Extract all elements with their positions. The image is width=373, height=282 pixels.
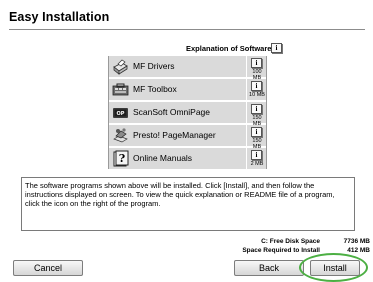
page-title: Easy Installation xyxy=(9,10,110,24)
software-list: MF Drivers i 100 MB MF Toolbox i 10 MB O… xyxy=(108,56,267,169)
row-separator xyxy=(246,102,247,123)
space-required-label: Space Required to Install xyxy=(242,247,320,254)
manual-help-icon: ? xyxy=(113,150,129,167)
software-label: MF Toolbox xyxy=(133,84,177,94)
row-separator xyxy=(246,79,247,100)
pagemanager-icon xyxy=(113,128,128,143)
software-row-presto-pagemanager: Presto! PageManager i 150 MB xyxy=(109,125,266,150)
info-icon[interactable]: i xyxy=(251,58,262,68)
title-divider xyxy=(9,29,365,30)
description-box: The software programs shown above will b… xyxy=(21,177,355,231)
back-button[interactable]: Back xyxy=(234,260,304,276)
free-disk-space-label: C: Free Disk Space xyxy=(261,238,320,245)
software-label: ScanSoft OmniPage xyxy=(133,107,211,117)
cancel-button[interactable]: Cancel xyxy=(13,260,83,276)
software-label: Presto! PageManager xyxy=(133,130,216,140)
svg-text:OP: OP xyxy=(117,111,125,117)
software-row-mf-drivers: MF Drivers i 100 MB xyxy=(109,56,266,81)
software-row-mf-toolbox: MF Toolbox i 10 MB xyxy=(109,79,266,100)
software-row-scansoft-omnipage: OP ScanSoft OmniPage i 150 MB xyxy=(109,102,266,127)
omnipage-icon: OP xyxy=(113,108,128,118)
explanation-info-icon[interactable]: i xyxy=(271,43,282,53)
info-icon[interactable]: i xyxy=(251,81,262,91)
row-separator xyxy=(246,125,247,146)
info-icon[interactable]: i xyxy=(251,127,262,137)
software-size: 2 MB xyxy=(250,161,264,167)
free-disk-space-value: 7736 MB xyxy=(343,238,370,245)
install-highlight-circle xyxy=(299,253,368,282)
row-separator xyxy=(246,56,247,77)
space-required-value: 412 MB xyxy=(347,247,370,254)
software-label: MF Drivers xyxy=(133,61,175,71)
info-icon[interactable]: i xyxy=(251,104,262,114)
svg-text:?: ? xyxy=(119,152,125,165)
software-row-online-manuals: ? Online Manuals i 2 MB xyxy=(109,148,266,169)
info-icon[interactable]: i xyxy=(251,150,262,160)
software-size: 10 MB xyxy=(249,92,265,98)
software-label: Online Manuals xyxy=(133,153,193,163)
printer-icon xyxy=(113,59,128,75)
explanation-label: Explanation of Software : xyxy=(186,44,277,53)
row-separator xyxy=(246,148,247,169)
toolbox-icon xyxy=(112,83,129,96)
